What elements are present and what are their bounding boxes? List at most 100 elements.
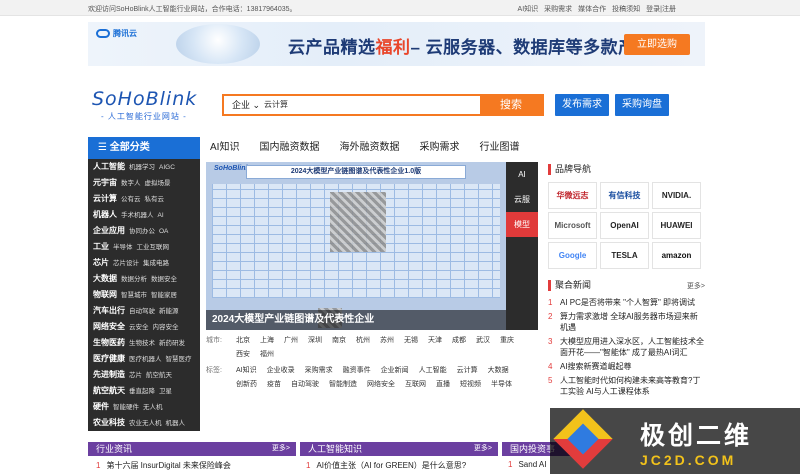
category-row[interactable]: 芯片 芯片设计 集成电路 [88, 255, 200, 271]
category-row[interactable]: 元宇宙 数字人 虚拟场景 [88, 175, 200, 191]
list-item[interactable]: 1 Sand AI [508, 460, 546, 469]
brand-logo[interactable]: Google [548, 242, 597, 269]
category-row[interactable]: 人工智能 机器学习 AIGC [88, 159, 200, 175]
search-input[interactable]: 云计算 [264, 96, 480, 114]
category-row[interactable]: 网络安全 云安全 内容安全 [88, 319, 200, 335]
subcategory-link[interactable]: 垂直起降 [129, 388, 155, 395]
city-link[interactable]: 重庆 [500, 334, 514, 348]
city-link[interactable]: 无锡 [404, 334, 418, 348]
subcategory-link[interactable]: 内容安全 [153, 324, 179, 331]
city-link[interactable]: 苏州 [380, 334, 394, 348]
news-title-text[interactable]: AI搜索新赛道崛起尊 [560, 361, 632, 372]
category-row[interactable]: 工业 半导体 工业互联网 [88, 239, 200, 255]
tag-link[interactable]: 智能制造 [329, 378, 357, 392]
news-item[interactable]: 3 大模型应用进入深水区，人工智能技术全面开花——"智能体" 成了最热AI词汇 [548, 336, 705, 358]
category-name[interactable]: 网络安全 [93, 322, 125, 331]
city-link[interactable]: 深圳 [308, 334, 322, 348]
news-item[interactable]: 2 算力需求激增 全球AI服务器市场迎来新机遇 [548, 311, 705, 333]
subcategory-link[interactable]: AI [158, 212, 164, 219]
top-link-login[interactable]: 登录|注册 [646, 4, 676, 14]
brand-logo[interactable]: TESLA [600, 242, 649, 269]
tag-link[interactable]: 人工智能 [419, 364, 447, 378]
subcategory-link[interactable]: 智能家居 [151, 292, 177, 299]
category-name[interactable]: 企业应用 [93, 226, 125, 235]
news-item[interactable]: 1 AI PC是否将带来 "个人智算" 即将调试 [548, 297, 705, 308]
category-name[interactable]: 云计算 [93, 194, 117, 203]
top-link-ai-knowledge[interactable]: AI知识 [518, 4, 539, 14]
tag-link[interactable]: 短视频 [460, 378, 481, 392]
subcategory-link[interactable]: 芯片 [129, 372, 142, 379]
subcategory-link[interactable]: 智慧医疗 [166, 356, 192, 363]
category-name[interactable]: 硬件 [93, 402, 109, 411]
tag-link[interactable]: 云计算 [457, 364, 478, 378]
subcategory-link[interactable]: 手术机器人 [121, 212, 154, 219]
banner-tab[interactable]: 模型 [506, 212, 538, 237]
news-title-text[interactable]: 大模型应用进入深水区，人工智能技术全面开花——"智能体" 成了最热AI词汇 [560, 336, 705, 358]
news-item[interactable]: 5 人工智能时代如何构建未来高等教育?丁工实验 AI与人工课程体系 [548, 375, 705, 397]
subcategory-link[interactable]: 医疗机器人 [129, 356, 162, 363]
category-name[interactable]: 医疗健康 [93, 354, 125, 363]
category-name[interactable]: 生物医药 [93, 338, 125, 347]
news-item[interactable]: 4 AI搜索新赛道崛起尊 [548, 361, 705, 372]
section-more-link[interactable]: 更多> [272, 442, 296, 456]
subcategory-link[interactable]: 数据安全 [151, 276, 177, 283]
news-title-text[interactable]: 算力需求激增 全球AI服务器市场迎来新机遇 [560, 311, 705, 333]
brand-logo[interactable]: 有信科技 [600, 182, 649, 209]
subcategory-link[interactable]: 智能硬件 [113, 404, 139, 411]
tag-link[interactable]: 半导体 [491, 378, 512, 392]
nav-purchase-demand[interactable]: 采购需求 [419, 137, 459, 159]
category-name[interactable]: 航空航天 [93, 386, 125, 395]
subcategory-link[interactable]: 生物技术 [129, 340, 155, 347]
search-category-select[interactable]: 企业 ⌄ [224, 96, 264, 114]
category-row[interactable]: 汽车出行 自动驾驶 新能源 [88, 303, 200, 319]
category-name[interactable]: 芯片 [93, 258, 109, 267]
category-row[interactable]: 机器人 手术机器人 AI [88, 207, 200, 223]
category-name[interactable]: 工业 [93, 242, 109, 251]
brand-logo[interactable]: OpenAI [600, 212, 649, 239]
category-row[interactable]: 企业应用 协同办公 OA [88, 223, 200, 239]
city-link[interactable]: 北京 [236, 334, 250, 348]
brand-logo[interactable]: 华微远志 [548, 182, 597, 209]
subcategory-link[interactable]: 机器学习 [129, 164, 155, 171]
tag-link[interactable]: 大数据 [488, 364, 509, 378]
publish-demand-button[interactable]: 发布需求 [555, 94, 609, 116]
subcategory-link[interactable]: 集成电路 [143, 260, 169, 267]
nav-domestic-financing[interactable]: 国内融资数据 [259, 137, 319, 159]
tag-link[interactable]: 创新药 [236, 378, 257, 392]
category-name[interactable]: 元宇宙 [93, 178, 117, 187]
category-row[interactable]: 先进制造 芯片 航空航天 [88, 367, 200, 383]
subcategory-link[interactable]: 农业无人机 [129, 420, 162, 427]
category-name[interactable]: 物联网 [93, 290, 117, 299]
tag-link[interactable]: 采购需求 [305, 364, 333, 378]
brand-logo[interactable]: NVIDIA. [652, 182, 701, 209]
banner-tab[interactable]: AI [506, 162, 538, 187]
top-link-media[interactable]: 媒体合作 [578, 4, 606, 14]
site-logo[interactable]: SoHoBlink - 人工智能行业网站 - [92, 88, 197, 122]
city-link[interactable]: 成都 [452, 334, 466, 348]
tag-link[interactable]: 融资事件 [343, 364, 371, 378]
brand-logo[interactable]: HUAWEI [652, 212, 701, 239]
nav-ai-knowledge[interactable]: AI知识 [210, 137, 239, 159]
category-row[interactable]: 医疗健康 医疗机器人 智慧医疗 [88, 351, 200, 367]
city-link[interactable]: 杭州 [356, 334, 370, 348]
tag-link[interactable]: 网络安全 [367, 378, 395, 392]
city-link[interactable]: 武汉 [476, 334, 490, 348]
tag-link[interactable]: 企业新闻 [381, 364, 409, 378]
city-link[interactable]: 南京 [332, 334, 346, 348]
tag-link[interactable]: 互联网 [405, 378, 426, 392]
ad-banner[interactable]: 腾讯云 云产品精选福利– 云服务器、数据库等多款产品特惠 立即选购 [88, 22, 705, 66]
subcategory-link[interactable]: 机器人 [166, 420, 186, 427]
purchase-inquiry-button[interactable]: 采购询盘 [615, 94, 669, 116]
news-title-text[interactable]: 人工智能时代如何构建未来高等教育?丁工实验 AI与人工课程体系 [560, 375, 705, 397]
category-name[interactable]: 农业科技 [93, 418, 125, 427]
banner-tab[interactable]: 云服 [506, 187, 538, 212]
subcategory-link[interactable]: 航空航天 [146, 372, 172, 379]
category-row[interactable]: 生物医药 生物技术 新药研发 [88, 335, 200, 351]
category-name[interactable]: 汽车出行 [93, 306, 125, 315]
list-item[interactable]: 1 第十六届 InsurDigital 未来保险峰会 [96, 460, 231, 471]
subcategory-link[interactable]: 工业互联网 [137, 244, 170, 251]
carousel-banner[interactable]: SoHoBlink 2024大模型产业链图谱及代表性企业1.0版 2024大模型… [206, 162, 506, 330]
category-name[interactable]: 先进制造 [93, 370, 125, 379]
subcategory-link[interactable]: 新能源 [159, 308, 179, 315]
category-name[interactable]: 机器人 [93, 210, 117, 219]
